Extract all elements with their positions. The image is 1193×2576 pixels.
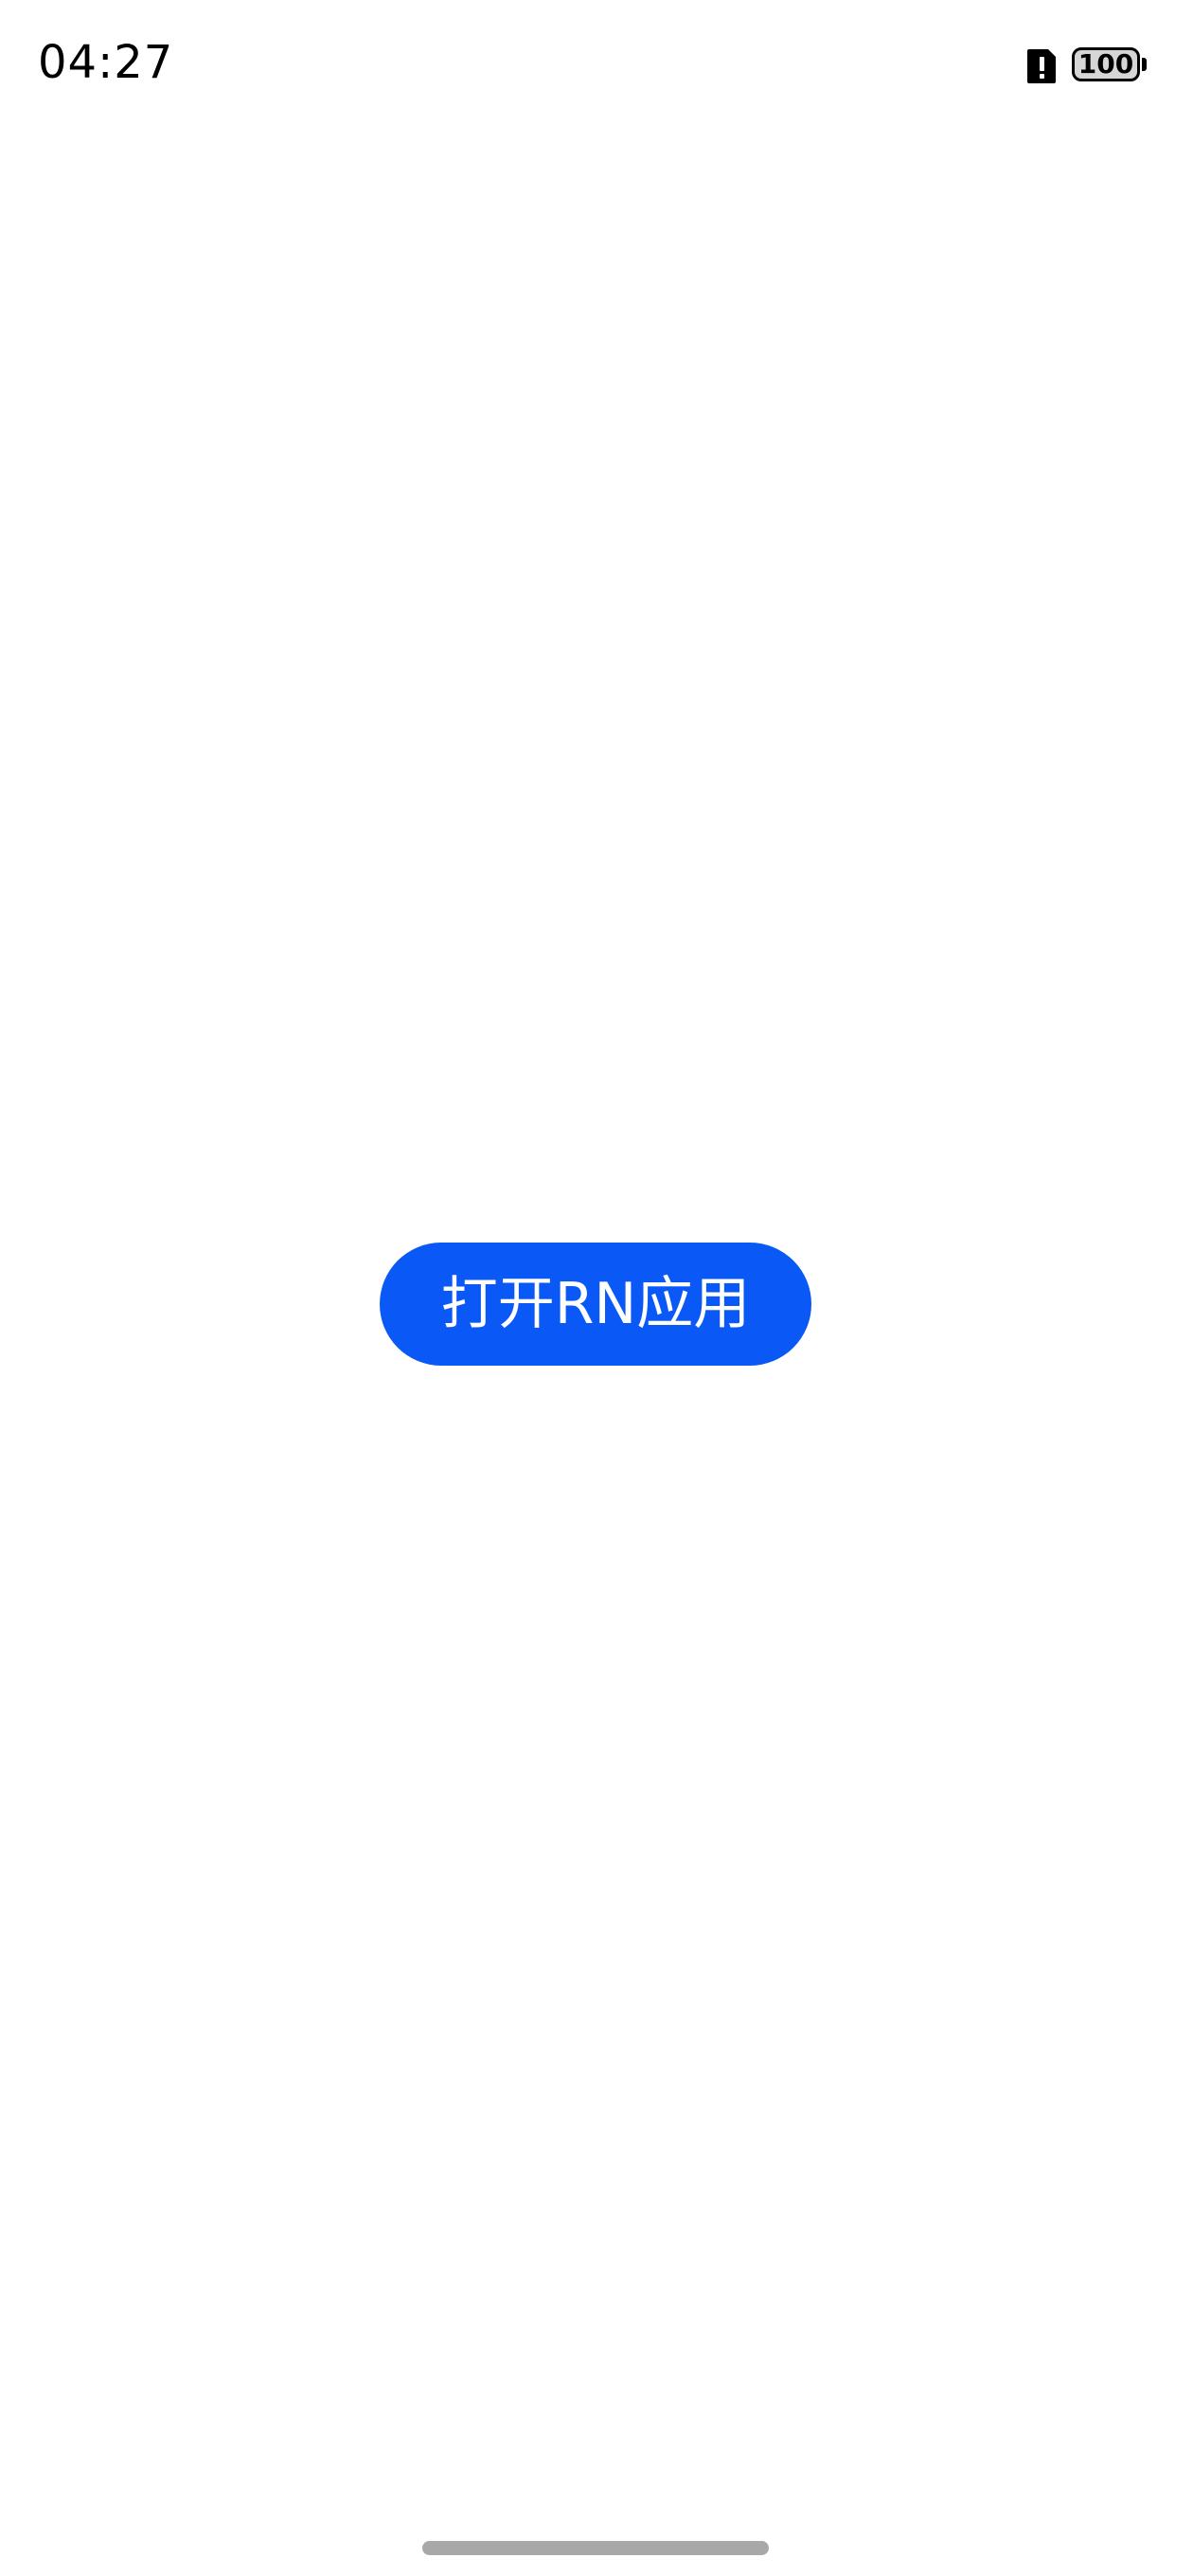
home-indicator[interactable]	[422, 2541, 769, 2555]
battery-tip	[1142, 58, 1147, 71]
app-screen: 04:27 100 打开RN应用	[0, 0, 1193, 2576]
sim-alert-icon	[1025, 47, 1058, 85]
status-bar: 04:27 100	[0, 0, 1193, 133]
status-time: 04:27	[38, 36, 174, 89]
open-rn-app-button[interactable]: 打开RN应用	[380, 1243, 811, 1366]
battery-icon: 100	[1072, 47, 1151, 85]
battery-level: 100	[1077, 48, 1134, 80]
